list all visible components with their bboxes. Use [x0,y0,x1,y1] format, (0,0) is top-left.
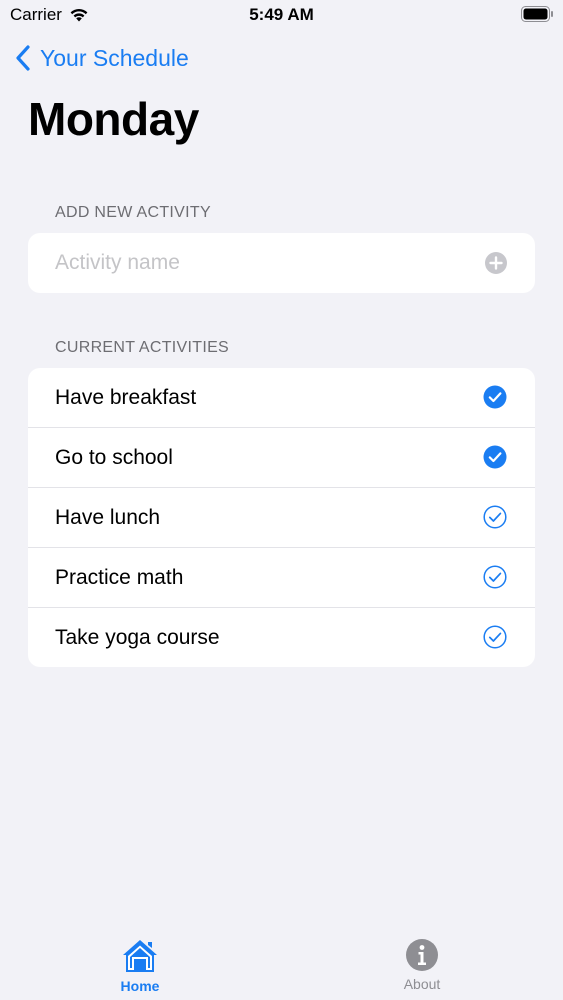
checkmark-outline-icon[interactable] [483,505,507,529]
chevron-left-icon [16,45,30,71]
tab-home[interactable]: Home [90,938,190,994]
house-icon [123,940,157,972]
checkmark-filled-icon[interactable] [483,385,507,409]
tab-about[interactable]: About [372,938,472,992]
list-item: Practice math [28,548,535,608]
list-item: Have lunch [28,488,535,548]
activity-label: Practice math [55,566,184,589]
activity-label: Have lunch [55,506,161,529]
checkmark-outline-icon[interactable] [483,625,507,649]
activity-label: Have breakfast [55,386,197,409]
activity-label: Go to school [55,446,173,469]
add-section-header: ADD NEW ACTIVITY [55,204,211,221]
checkmark-outline-icon[interactable] [483,565,507,589]
checkmark-filled-icon[interactable] [483,445,507,469]
page-title: Monday [28,93,199,145]
add-activity-button[interactable] [485,252,507,274]
list-item: Take yoga course [28,608,535,667]
add-activity-card [28,233,535,293]
current-section-header: CURRENT ACTIVITIES [55,339,230,356]
activities-list: Have breakfast Go to school Have lunch P… [28,368,535,667]
tab-bar: Home About [0,930,563,1000]
info-icon [406,939,438,971]
tab-about-label: About [403,976,441,992]
status-time: 5:49 AM [249,5,314,24]
list-item: Go to school [28,428,535,488]
activity-label: Take yoga course [55,626,220,649]
tab-home-label: Home [120,978,160,994]
status-bar: Carrier 5:49 AM [0,0,563,30]
back-button-label: Your Schedule [40,44,189,71]
list-item: Have breakfast [28,368,535,428]
back-button[interactable]: Your Schedule [16,40,189,76]
activity-name-input[interactable] [55,233,475,293]
battery-icon [521,6,553,22]
add-activity-row [28,233,535,293]
